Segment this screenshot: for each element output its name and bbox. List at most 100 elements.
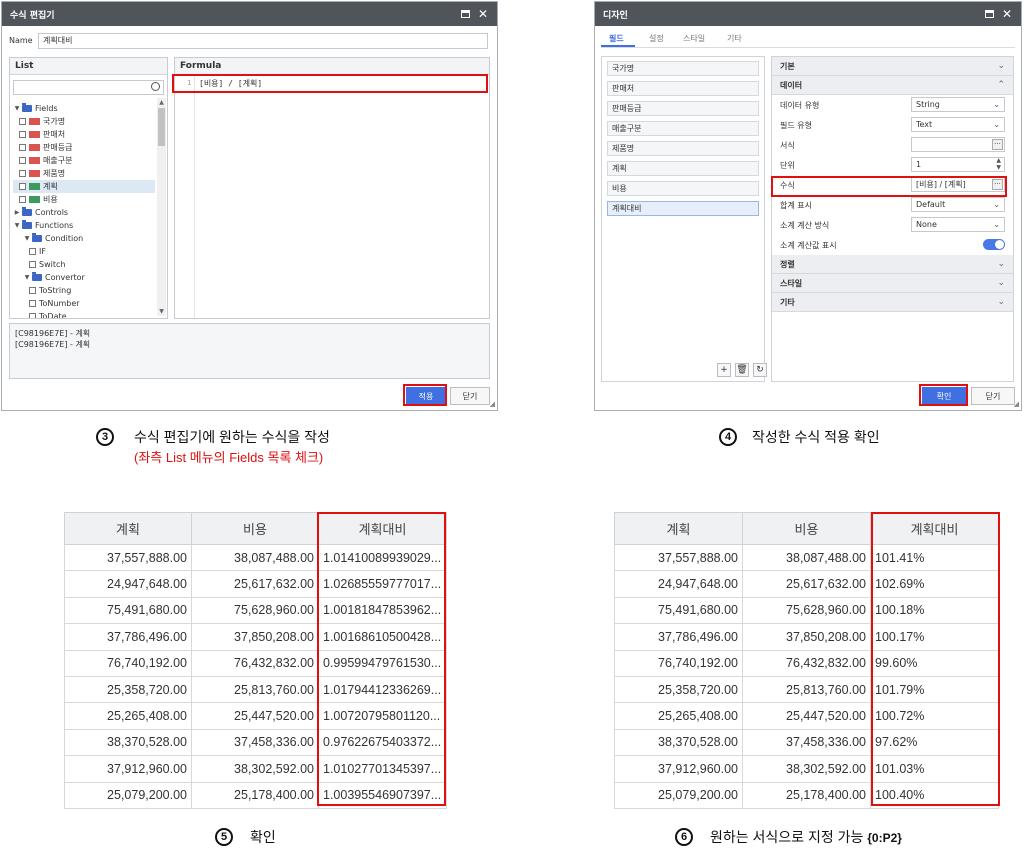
- column-header[interactable]: 비용: [191, 512, 319, 545]
- chevron-down-icon[interactable]: ▼: [13, 102, 21, 115]
- chevron-down-icon[interactable]: ▼: [23, 271, 31, 284]
- delete-field-icon[interactable]: 🗑: [735, 363, 749, 377]
- column-header[interactable]: 계획: [64, 512, 192, 545]
- formula-text[interactable]: [비용] / [계획]: [199, 78, 262, 89]
- more-icon[interactable]: ···: [992, 179, 1003, 190]
- add-field-icon[interactable]: +: [717, 363, 731, 377]
- column-header[interactable]: 계획대비: [318, 512, 447, 545]
- tree-field-item[interactable]: 계획: [13, 180, 155, 193]
- table-row[interactable]: 75,491,680.00 75,628,960.00 100.18%: [614, 596, 999, 625]
- table-row[interactable]: 25,079,200.00 25,178,400.00 100.40%: [614, 781, 999, 809]
- checkbox[interactable]: [19, 183, 26, 190]
- table-row[interactable]: 37,786,496.00 37,850,208.00 1.001686105004…: [64, 623, 447, 651]
- checkbox[interactable]: [19, 157, 26, 164]
- tree-function-item[interactable]: Switch: [13, 258, 155, 271]
- tree-field-item[interactable]: 비용: [13, 193, 155, 206]
- field-type-select[interactable]: Text ⌄: [911, 117, 1005, 132]
- checkbox[interactable]: [29, 261, 36, 268]
- subtotal-show-toggle[interactable]: [983, 239, 1005, 250]
- table-row[interactable]: 25,358,720.00 25,813,760.00 101.79%: [614, 675, 999, 704]
- tree-field-item[interactable]: 판매등급: [13, 141, 155, 154]
- column-header[interactable]: 계획대비: [870, 512, 999, 545]
- tab-etc[interactable]: 기타: [727, 33, 742, 44]
- table-row[interactable]: 76,740,192.00 76,432,832.00 99.60%: [614, 649, 999, 677]
- resize-grip-icon[interactable]: ◢: [490, 400, 495, 408]
- field-list-item[interactable]: 계획: [607, 161, 759, 176]
- table-row[interactable]: 37,912,960.00 38,302,592.00 101.03%: [614, 755, 999, 783]
- list-scrollbar[interactable]: ▲ ▼: [157, 98, 166, 316]
- tab-settings[interactable]: 설정: [649, 33, 664, 44]
- ok-button[interactable]: 확인: [922, 387, 966, 405]
- scrollbar-thumb[interactable]: [158, 108, 165, 146]
- column-header[interactable]: 계획: [614, 512, 743, 545]
- chevron-down-icon[interactable]: ⌄: [997, 293, 1005, 312]
- formula-input[interactable]: [비용] / [계획] ···: [911, 177, 1005, 192]
- section-style[interactable]: 스타일 ⌄: [772, 274, 1013, 293]
- table-row[interactable]: 37,557,888.00 38,087,488.00 101.41%: [614, 543, 999, 572]
- field-list-item[interactable]: 계획대비: [607, 201, 759, 216]
- total-select[interactable]: Default ⌄: [911, 197, 1005, 212]
- field-list-item[interactable]: 판매등급: [607, 101, 759, 116]
- table-row[interactable]: 38,370,528.00 37,458,336.00 97.62%: [614, 728, 999, 757]
- checkbox[interactable]: [19, 118, 26, 125]
- table-row[interactable]: 24,947,648.00 25,617,632.00 1.026855597770…: [64, 570, 447, 598]
- close-icon[interactable]: ✕: [1001, 8, 1013, 20]
- checkbox[interactable]: [29, 313, 36, 318]
- table-row[interactable]: 75,491,680.00 75,628,960.00 1.001818478539…: [64, 596, 447, 625]
- tree-node-convertor[interactable]: ▼ Convertor: [13, 271, 155, 284]
- table-row[interactable]: 76,740,192.00 76,432,832.00 0.995994797615…: [64, 649, 447, 677]
- stepper-arrows-icon[interactable]: ▲ ▼: [996, 157, 1001, 171]
- table-row[interactable]: 25,265,408.00 25,447,520.00 1.007207958011…: [64, 702, 447, 730]
- chevron-down-icon[interactable]: ⌄: [997, 57, 1005, 76]
- formula-editor-titlebar[interactable]: 수식 편집기 ✕: [2, 2, 497, 26]
- table-row[interactable]: 38,370,528.00 37,458,336.00 0.976226754033…: [64, 728, 447, 757]
- name-input[interactable]: 계획대비: [38, 33, 488, 49]
- field-list-item[interactable]: 매출구분: [607, 121, 759, 136]
- scroll-down-icon[interactable]: ▼: [157, 307, 166, 316]
- checkbox[interactable]: [29, 300, 36, 307]
- checkbox[interactable]: [29, 248, 36, 255]
- maximize-icon[interactable]: [983, 8, 995, 20]
- format-input[interactable]: ···: [911, 137, 1005, 152]
- table-row[interactable]: 25,079,200.00 25,178,400.00 1.003955469073…: [64, 781, 447, 809]
- tree-function-item[interactable]: ToDate: [13, 310, 155, 318]
- refresh-icon[interactable]: ↻: [753, 363, 767, 377]
- chevron-up-icon[interactable]: ⌃: [997, 76, 1005, 95]
- section-etc[interactable]: 기타 ⌄: [772, 293, 1013, 312]
- resize-grip-icon[interactable]: ◢: [1014, 400, 1019, 408]
- unit-stepper[interactable]: 1 ▲ ▼: [911, 157, 1005, 172]
- checkbox[interactable]: [19, 144, 26, 151]
- section-align[interactable]: 정렬 ⌄: [772, 255, 1013, 274]
- tree-node-functions[interactable]: ▼ Functions: [13, 219, 155, 232]
- column-header[interactable]: 비용: [742, 512, 871, 545]
- tree-node-controls[interactable]: ▶ Controls: [13, 206, 155, 219]
- tree-node-condition[interactable]: ▼ Condition: [13, 232, 155, 245]
- field-list-item[interactable]: 제품명: [607, 141, 759, 156]
- tree-field-item[interactable]: 판매처: [13, 128, 155, 141]
- tab-style[interactable]: 스타일: [683, 33, 705, 44]
- subtotal-calc-select[interactable]: None ⌄: [911, 217, 1005, 232]
- search-icon[interactable]: [151, 82, 160, 91]
- table-row[interactable]: 37,786,496.00 37,850,208.00 100.17%: [614, 623, 999, 651]
- tree-function-item[interactable]: ToString: [13, 284, 155, 297]
- chevron-down-icon[interactable]: ▼: [13, 219, 21, 232]
- tab-field[interactable]: 필드: [609, 33, 624, 44]
- table-row[interactable]: 37,557,888.00 38,087,488.00 1.014100899390…: [64, 543, 447, 572]
- chevron-down-icon[interactable]: ⌄: [997, 274, 1005, 293]
- tree-field-item[interactable]: 제품명: [13, 167, 155, 180]
- table-row[interactable]: 24,947,648.00 25,617,632.00 102.69%: [614, 570, 999, 598]
- table-row[interactable]: 37,912,960.00 38,302,592.00 1.010277013453…: [64, 755, 447, 783]
- list-search-input[interactable]: [13, 80, 164, 95]
- field-list-item[interactable]: 국가명: [607, 61, 759, 76]
- table-row[interactable]: 25,265,408.00 25,447,520.00 100.72%: [614, 702, 999, 730]
- field-list-item[interactable]: 비용: [607, 181, 759, 196]
- close-button[interactable]: 닫기: [450, 387, 490, 405]
- section-data[interactable]: 데이터 ⌃: [772, 76, 1013, 95]
- apply-button[interactable]: 적용: [406, 387, 446, 405]
- field-list-item[interactable]: 판매처: [607, 81, 759, 96]
- tree-field-item[interactable]: 국가명: [13, 115, 155, 128]
- tree-function-item[interactable]: IF: [13, 245, 155, 258]
- chevron-down-icon[interactable]: ▼: [23, 232, 31, 245]
- design-titlebar[interactable]: 디자인 ✕: [595, 2, 1021, 26]
- close-icon[interactable]: ✕: [477, 8, 489, 20]
